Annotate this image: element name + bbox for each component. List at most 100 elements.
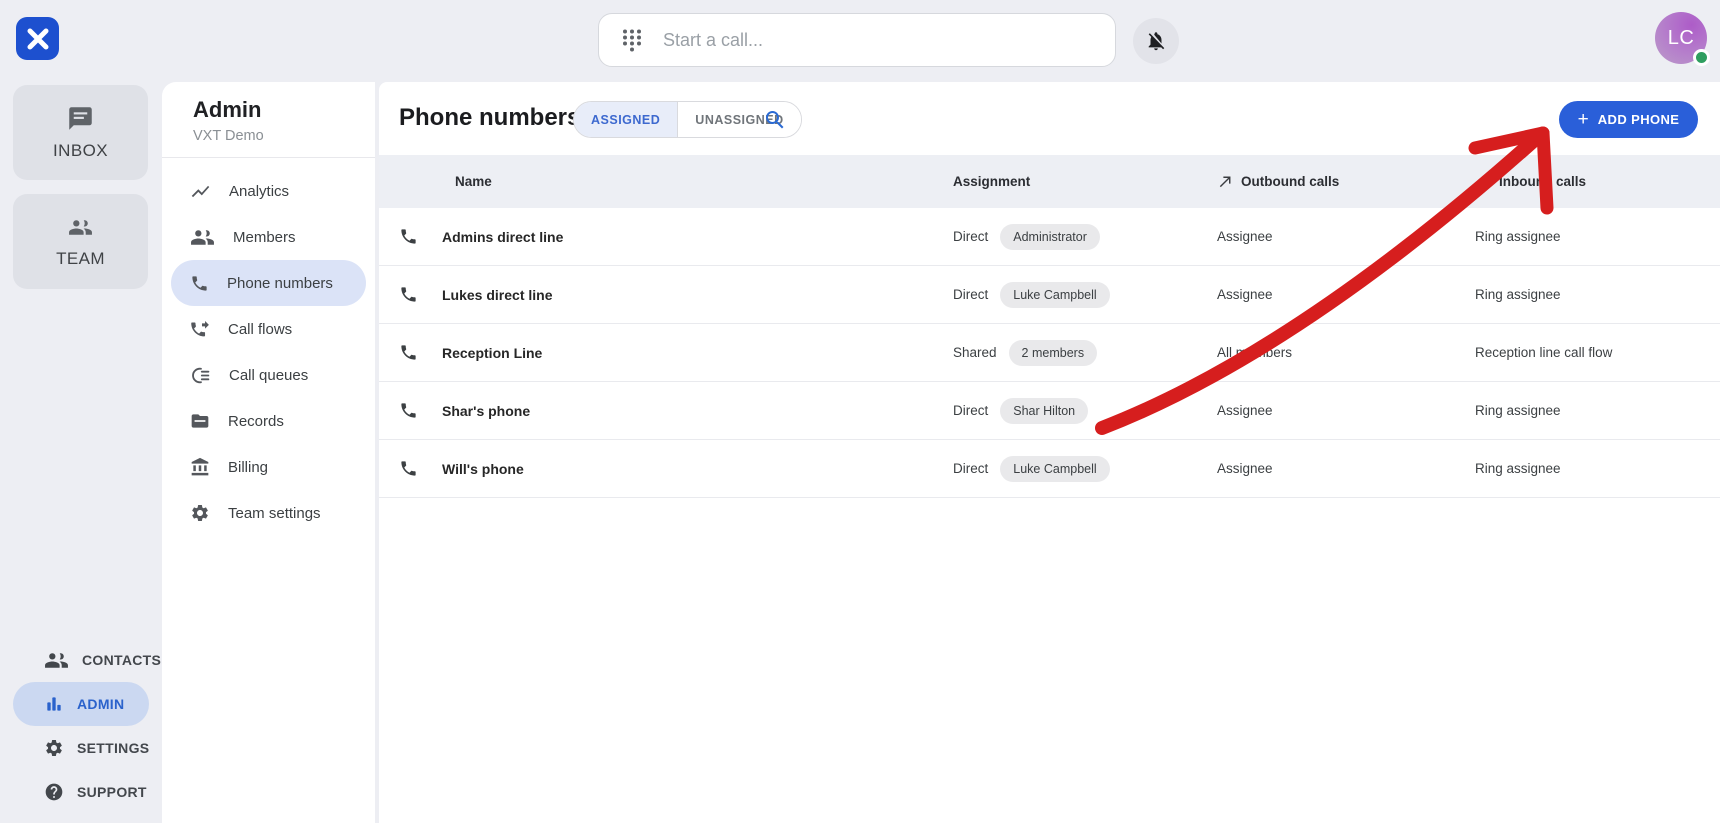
table-row[interactable]: Will's phone Direct Luke Campbell Assign… bbox=[379, 440, 1720, 498]
page-title: Phone numbers bbox=[399, 104, 580, 132]
sidebar-item-label: Call flows bbox=[228, 321, 292, 338]
inbound-calls-value: Reception line call flow bbox=[1475, 345, 1720, 360]
sidebar-item-members[interactable]: Members bbox=[171, 214, 366, 260]
phone-icon bbox=[190, 274, 209, 293]
assignment-type: Direct bbox=[953, 461, 988, 476]
sidebar-item-phone-numbers[interactable]: Phone numbers bbox=[171, 260, 366, 306]
outbound-calls-value: Assignee bbox=[1217, 461, 1475, 476]
table-row[interactable]: Reception Line Shared 2 members All memb… bbox=[379, 324, 1720, 382]
table-header: Name Assignment Outbound calls Inbound c… bbox=[379, 155, 1720, 208]
table-row[interactable]: Admins direct line Direct Administrator … bbox=[379, 208, 1720, 266]
tab-assigned[interactable]: ASSIGNED bbox=[574, 102, 677, 137]
plus-icon: + bbox=[1578, 110, 1589, 129]
vxt-logo[interactable] bbox=[16, 17, 59, 60]
column-header-outbound: Outbound calls bbox=[1217, 173, 1475, 190]
assignment-type: Direct bbox=[953, 229, 988, 244]
assignment-chip: Administrator bbox=[1000, 224, 1100, 250]
x-logo-icon bbox=[26, 27, 50, 51]
assignment-chip: Shar Hilton bbox=[1000, 398, 1088, 424]
sidebar-item-analytics[interactable]: Analytics bbox=[171, 168, 366, 214]
outbound-calls-value: All members bbox=[1217, 345, 1475, 360]
phone-numbers-table: Admins direct line Direct Administrator … bbox=[379, 208, 1720, 498]
table-row[interactable]: Shar's phone Direct Shar Hilton Assignee… bbox=[379, 382, 1720, 440]
phone-line-name: Lukes direct line bbox=[442, 287, 552, 303]
analytics-icon bbox=[190, 181, 211, 202]
help-icon bbox=[44, 782, 64, 802]
avatar-initials: LC bbox=[1668, 27, 1695, 50]
bell-off-icon bbox=[1145, 30, 1167, 52]
people-icon bbox=[190, 225, 215, 250]
call-made-icon bbox=[1217, 173, 1234, 190]
inbound-calls-value: Ring assignee bbox=[1475, 287, 1720, 302]
rail-item-label: SETTINGS bbox=[77, 740, 149, 756]
primary-sidebar: INBOX TEAM CONTACTS ADMIN SETTINGS SUPPO… bbox=[0, 82, 162, 823]
column-header-inbound: Inbound calls bbox=[1475, 173, 1720, 190]
call-received-icon bbox=[1475, 173, 1492, 190]
assignment-chip: Luke Campbell bbox=[1000, 456, 1109, 482]
outbound-calls-value: Assignee bbox=[1217, 403, 1475, 418]
outbound-calls-value: Assignee bbox=[1217, 287, 1475, 302]
search-icon bbox=[763, 108, 787, 132]
sidebar-item-label: Members bbox=[233, 229, 296, 246]
rail-item-label: ADMIN bbox=[77, 696, 124, 712]
column-header-assignment: Assignment bbox=[953, 174, 1217, 189]
assignment-type: Direct bbox=[953, 287, 988, 302]
dialpad-icon bbox=[621, 28, 643, 52]
gear-icon bbox=[44, 738, 64, 758]
inbound-calls-value: Ring assignee bbox=[1475, 229, 1720, 244]
assignment-type: Shared bbox=[953, 345, 997, 360]
phone-line-name: Admins direct line bbox=[442, 229, 563, 245]
assignment-type: Direct bbox=[953, 403, 988, 418]
people-icon bbox=[68, 215, 93, 240]
sidebar-item-label: Team settings bbox=[228, 505, 321, 522]
rail-item-contacts[interactable]: CONTACTS bbox=[13, 638, 149, 682]
rail-item-support[interactable]: SUPPORT bbox=[13, 770, 149, 814]
start-call-box[interactable] bbox=[598, 13, 1116, 67]
add-phone-button[interactable]: + ADD PHONE bbox=[1559, 101, 1698, 138]
phone-line-name: Will's phone bbox=[442, 461, 524, 477]
sidebar-item-team-settings[interactable]: Team settings bbox=[171, 490, 366, 536]
phone-icon bbox=[399, 343, 418, 362]
phone-icon bbox=[399, 227, 418, 246]
rail-item-admin[interactable]: ADMIN bbox=[13, 682, 149, 726]
chat-icon bbox=[67, 105, 94, 132]
rail-label: INBOX bbox=[53, 141, 108, 161]
sidebar-title: Admin bbox=[193, 97, 375, 123]
outbound-calls-value: Assignee bbox=[1217, 229, 1475, 244]
rail-team-button[interactable]: TEAM bbox=[13, 194, 148, 289]
gear-icon bbox=[190, 503, 210, 523]
folder-icon bbox=[190, 411, 210, 431]
phone-icon bbox=[399, 401, 418, 420]
phone-icon bbox=[399, 459, 418, 478]
rail-inbox-button[interactable]: INBOX bbox=[13, 85, 148, 180]
rail-item-label: CONTACTS bbox=[82, 652, 161, 668]
table-row[interactable]: Lukes direct line Direct Luke Campbell A… bbox=[379, 266, 1720, 324]
sidebar-item-records[interactable]: Records bbox=[171, 398, 366, 444]
people-icon bbox=[44, 648, 69, 673]
column-header-name: Name bbox=[379, 174, 953, 189]
user-avatar[interactable]: LC bbox=[1655, 12, 1707, 64]
search-button[interactable] bbox=[763, 108, 787, 132]
phone-line-name: Shar's phone bbox=[442, 403, 530, 419]
rail-item-settings[interactable]: SETTINGS bbox=[13, 726, 149, 770]
top-bar: LC bbox=[0, 0, 1720, 82]
notifications-muted-button[interactable] bbox=[1133, 18, 1179, 64]
admin-sidebar: Admin VXT Demo Analytics Members Phone n… bbox=[162, 82, 375, 823]
sidebar-item-call-queues[interactable]: Call queues bbox=[171, 352, 366, 398]
bank-icon bbox=[190, 457, 210, 477]
online-status-dot bbox=[1693, 49, 1710, 66]
sidebar-item-label: Billing bbox=[228, 459, 268, 476]
phone-line-name: Reception Line bbox=[442, 345, 542, 361]
sidebar-item-label: Analytics bbox=[229, 183, 289, 200]
phone-icon bbox=[399, 285, 418, 304]
bar-chart-icon bbox=[44, 694, 64, 714]
inbound-calls-value: Ring assignee bbox=[1475, 403, 1720, 418]
sidebar-item-label: Phone numbers bbox=[227, 275, 333, 292]
inbound-calls-value: Ring assignee bbox=[1475, 461, 1720, 476]
rail-label: TEAM bbox=[56, 249, 105, 269]
assignment-chip: 2 members bbox=[1009, 340, 1098, 366]
sidebar-item-billing[interactable]: Billing bbox=[171, 444, 366, 490]
start-call-input[interactable] bbox=[663, 30, 1093, 51]
phone-numbers-panel: Phone numbers ASSIGNED UNASSIGNED + ADD … bbox=[379, 82, 1720, 823]
sidebar-item-call-flows[interactable]: Call flows bbox=[171, 306, 366, 352]
